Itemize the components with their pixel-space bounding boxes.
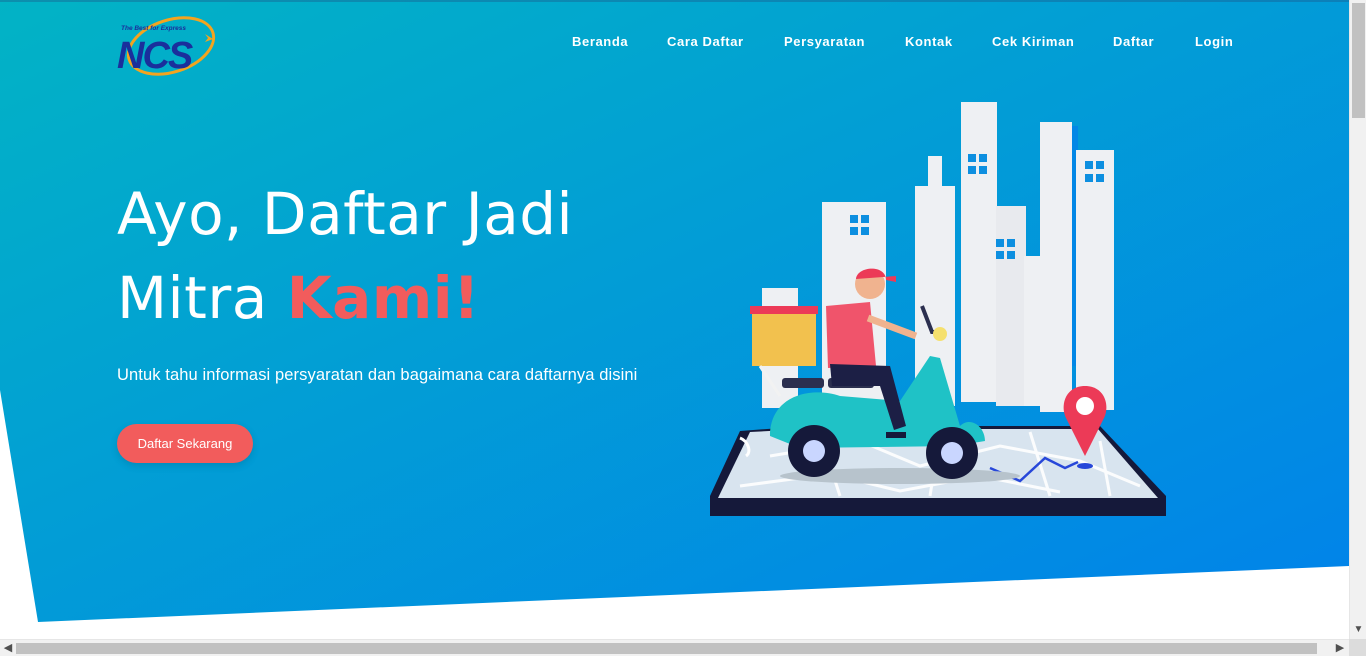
daftar-sekarang-button[interactable]: Daftar Sekarang: [117, 424, 253, 463]
logo-tagline: The Best for Express: [121, 25, 186, 32]
nav-kontak[interactable]: Kontak: [905, 34, 953, 49]
chevron-down-icon[interactable]: ▼: [1350, 623, 1366, 637]
nav-beranda[interactable]: Beranda: [572, 34, 628, 49]
hero-subtitle: Untuk tahu informasi persyaratan dan bag…: [117, 366, 638, 384]
vertical-scroll-thumb[interactable]: [1352, 3, 1365, 118]
nav-cek-kiriman[interactable]: Cek Kiriman: [992, 34, 1074, 49]
hero-headline: Ayo, Daftar Jadi Mitra Kami!: [117, 172, 573, 340]
nav-login[interactable]: Login: [1195, 34, 1233, 49]
headline-line-1: Ayo, Daftar Jadi: [117, 180, 574, 248]
nav-persyaratan[interactable]: Persyaratan: [784, 34, 865, 49]
horizontal-scroll-thumb[interactable]: [16, 643, 1317, 654]
scrollbar-corner: [1349, 639, 1366, 656]
chevron-right-icon[interactable]: ▶: [1332, 640, 1348, 656]
chevron-left-icon[interactable]: ◀: [0, 640, 16, 656]
page-viewport: The Best for Express NCS Beranda Cara Da…: [0, 0, 1349, 639]
nav-cara-daftar[interactable]: Cara Daftar: [667, 34, 744, 49]
headline-line-2-prefix: Mitra: [117, 264, 287, 332]
delivery-scooter-illustration: [710, 102, 1166, 516]
main-nav: Beranda Cara Daftar Persyaratan Kontak C…: [0, 34, 1349, 54]
headline-accent: Kami!: [286, 264, 481, 332]
top-border: [0, 0, 1349, 2]
horizontal-scrollbar[interactable]: ◀ ▶: [0, 639, 1349, 656]
vertical-scrollbar[interactable]: ▼: [1349, 0, 1366, 639]
nav-daftar[interactable]: Daftar: [1113, 34, 1154, 49]
